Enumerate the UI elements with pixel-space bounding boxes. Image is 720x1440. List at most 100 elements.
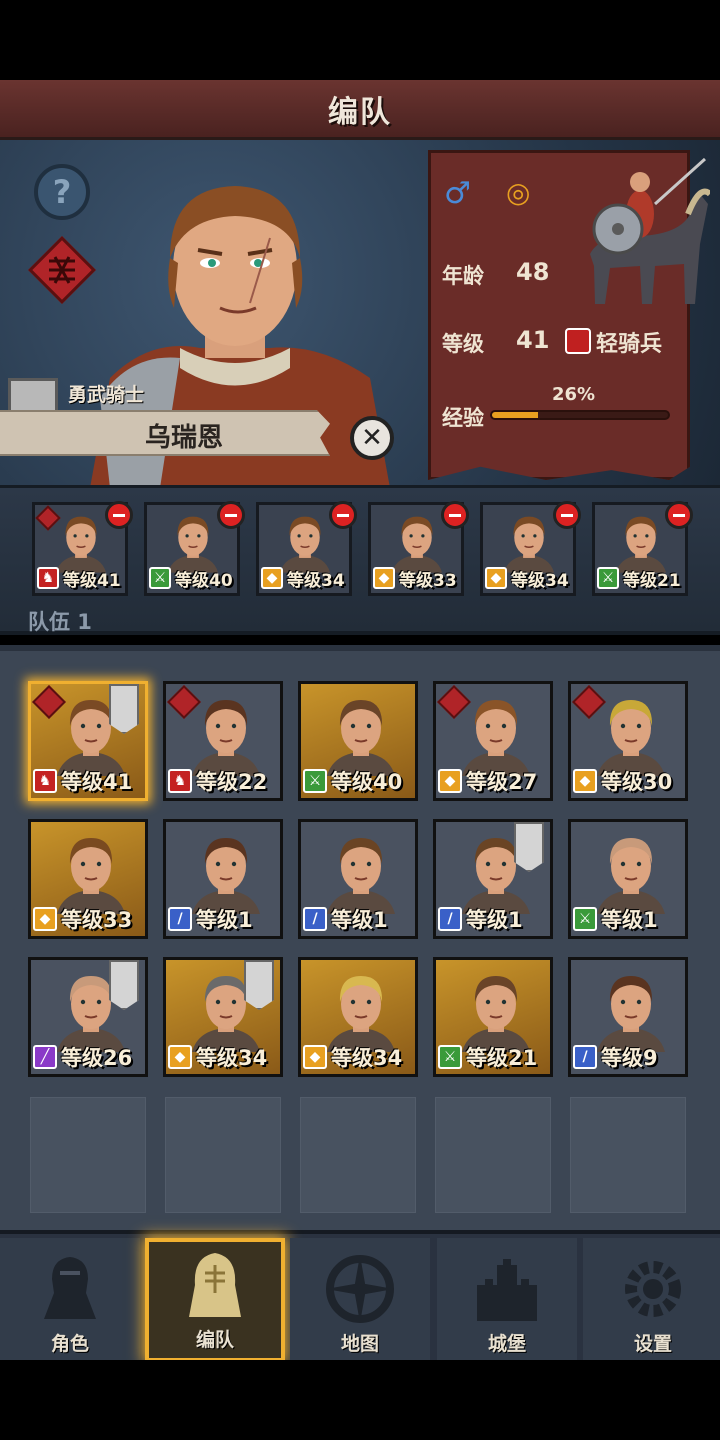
bottom-nav: 角色 编队 地图 城堡 设置: [0, 1230, 720, 1362]
character-portrait: [327, 976, 395, 1052]
level-row: ◆ 等级27: [438, 766, 537, 796]
roster-character-card[interactable]: / 等级1: [298, 819, 418, 939]
team-member-slot[interactable]: ◆ 等级33: [368, 501, 469, 596]
archer-type-icon: ⚔: [573, 907, 597, 931]
level-text: 等级34: [287, 570, 345, 591]
character-portrait: [391, 516, 443, 573]
remove-member-button[interactable]: [553, 501, 581, 529]
level-row: ◆ 等级30: [573, 766, 672, 796]
roster-character-card[interactable]: ♞ 等级41: [28, 681, 148, 801]
roster-character-card[interactable]: ╱ 等级26: [28, 957, 148, 1077]
roster-character-card[interactable]: ♞ 等级22: [163, 681, 283, 801]
mage-type-icon: ╱: [33, 1045, 57, 1069]
nav-item-castle[interactable]: 城堡: [437, 1238, 577, 1362]
cavalry-unit-icon: [590, 157, 710, 304]
empty-roster-slot: [300, 1097, 416, 1213]
exp-bar-fill: [492, 412, 538, 418]
close-button[interactable]: ✕: [350, 416, 394, 460]
sword-type-icon: /: [573, 1045, 597, 1069]
level-text: 等级34: [196, 1046, 268, 1070]
roster-character-card[interactable]: / 等级1: [433, 819, 553, 939]
roster-character-card[interactable]: ◆ 等级30: [568, 681, 688, 801]
level-text: 等级41: [63, 570, 121, 591]
remove-member-button[interactable]: [217, 501, 245, 529]
team-member-slot[interactable]: ♞ 等级41: [32, 501, 133, 596]
nav-item-gear[interactable]: 设置: [583, 1238, 720, 1362]
character-portrait: [597, 838, 665, 914]
nav-label: 设置: [633, 1333, 672, 1355]
roster-character-card[interactable]: ◆ 等级27: [433, 681, 553, 801]
remove-member-button[interactable]: [329, 501, 357, 529]
archer-type-icon: ⚔: [438, 1045, 462, 1069]
level-row: / 等级1: [168, 904, 253, 934]
level-row: ◆ 等级34: [168, 1042, 267, 1072]
team-panel: ♞ 等级41 ⚔ 等级40 ◆ 等级34 ◆ 等级33 ◆ 等级34 ⚔ 等级2…: [0, 485, 720, 635]
level-row: / 等级1: [303, 904, 388, 934]
shield-type-icon: ◆: [438, 769, 462, 793]
roster-character-card[interactable]: ◆ 等级34: [298, 957, 418, 1077]
team-member-slot[interactable]: ◆ 等级34: [480, 501, 581, 596]
hero-name[interactable]: 乌瑞恩: [145, 417, 223, 454]
shield-type-icon: ◆: [168, 1045, 192, 1069]
roster-character-card[interactable]: ⚔ 等级1: [568, 819, 688, 939]
level-text: 等级1: [601, 908, 658, 932]
character-portrait: [597, 976, 665, 1052]
age-label: 年龄: [442, 264, 484, 288]
castle-icon: [477, 1259, 537, 1321]
level-text: 等级33: [399, 570, 457, 591]
roster-character-card[interactable]: ⚔ 等级21: [433, 957, 553, 1077]
sword-type-icon: /: [438, 907, 462, 931]
level-text: 等级34: [331, 1046, 403, 1070]
team-label[interactable]: 队伍 1: [28, 606, 92, 636]
level-row: ♞ 等级41: [37, 565, 121, 591]
exp-label: 经验: [442, 406, 484, 430]
roster-character-card[interactable]: ◆ 等级34: [163, 957, 283, 1077]
class-name: 轻骑兵: [596, 332, 663, 357]
bottom-letterbox: [0, 1360, 720, 1440]
cavalry-class-icon: [565, 328, 591, 354]
character-portrait: [327, 838, 395, 914]
level-row: ⚔ 等级40: [149, 565, 233, 591]
character-portrait: [615, 516, 667, 573]
team-member-slot[interactable]: ⚔ 等级21: [592, 501, 693, 596]
remove-member-button[interactable]: [105, 501, 133, 529]
team-member-slot[interactable]: ◆ 等级34: [256, 501, 357, 596]
exp-percent: 26%: [552, 384, 596, 405]
level-row: ◆ 等级33: [33, 904, 132, 934]
nav-item-compass[interactable]: 地图: [290, 1238, 430, 1362]
remove-member-button[interactable]: [665, 501, 693, 529]
nav-label: 角色: [50, 1333, 89, 1355]
character-portrait: [167, 516, 219, 573]
level-text: 等级40: [175, 570, 233, 591]
marriage-ring-icon: ◎: [506, 176, 531, 209]
level-row: ⚔ 等级40: [303, 766, 402, 796]
sword-type-icon: /: [168, 907, 192, 931]
pennant-icon: [514, 822, 544, 872]
level-text: 等级22: [196, 770, 268, 794]
level-text: 等级40: [331, 770, 403, 794]
level-text: 等级21: [623, 570, 681, 591]
pennant-icon: [109, 684, 139, 734]
level-row: ⚔ 等级21: [597, 565, 681, 591]
roster-character-card[interactable]: ◆ 等级33: [28, 819, 148, 939]
character-portrait: [279, 516, 331, 573]
compass-icon: [326, 1255, 394, 1323]
roster-character-card[interactable]: / 等级9: [568, 957, 688, 1077]
character-portrait: [57, 838, 125, 914]
level-row: ◆ 等级34: [485, 565, 569, 591]
page-title: 编队: [328, 94, 392, 130]
shield-type-icon: ◆: [33, 907, 57, 931]
nav-item-knight[interactable]: 角色: [0, 1238, 140, 1362]
level-row: ◆ 等级34: [261, 565, 345, 591]
age-value: 48: [516, 258, 550, 286]
remove-member-button[interactable]: [441, 501, 469, 529]
shield-type-icon: ◆: [303, 1045, 327, 1069]
roster-character-card[interactable]: ⚔ 等级40: [298, 681, 418, 801]
header-bar: 编队: [0, 80, 720, 140]
nav-item-helmet[interactable]: 编队: [145, 1238, 285, 1362]
roster-character-card[interactable]: / 等级1: [163, 819, 283, 939]
level-text: 等级33: [61, 908, 133, 932]
cavalry-type-icon: ♞: [33, 769, 57, 793]
team-member-slot[interactable]: ⚔ 等级40: [144, 501, 245, 596]
nav-label: 地图: [340, 1333, 379, 1355]
